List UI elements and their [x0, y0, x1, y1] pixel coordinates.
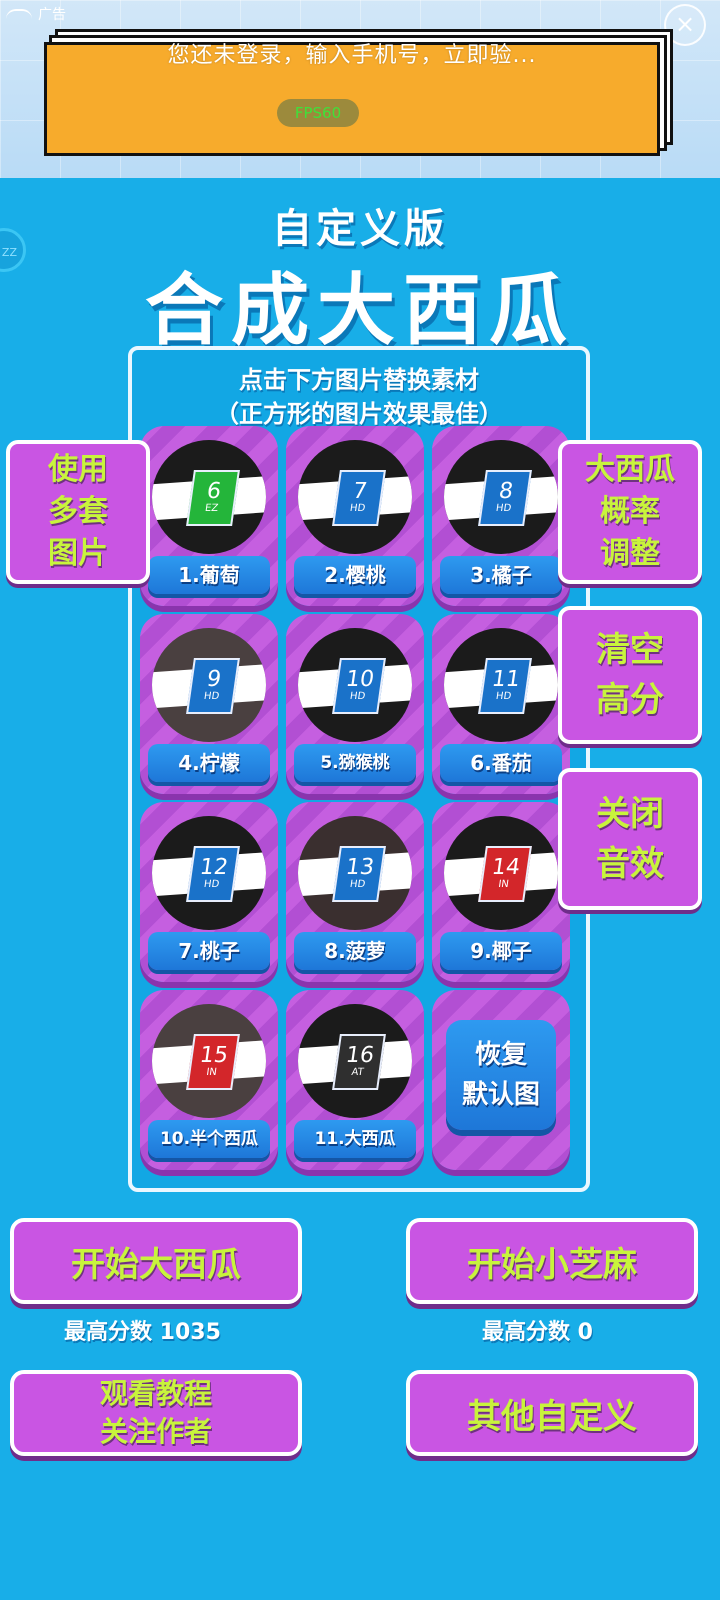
- page-subtitle: 自定义版: [272, 206, 448, 252]
- tutorial-follow-button[interactable]: 观看教程 关注作者: [10, 1370, 302, 1456]
- ad-mark: 广告: [6, 4, 66, 24]
- restore-tile: 恢复 默认图: [432, 990, 570, 1170]
- fruit-tile-2[interactable]: 7 HD 2.樱桃: [286, 426, 424, 606]
- fruit-image[interactable]: 15 IN: [152, 1004, 266, 1118]
- mute-sound-button[interactable]: 关闭 音效: [558, 768, 702, 910]
- best-score-small: 最高分数 0: [482, 1320, 593, 1345]
- start-big-watermelon-button[interactable]: 开始大西瓜: [10, 1218, 302, 1304]
- fps-badge: FPS60: [277, 99, 359, 127]
- fruit-image[interactable]: 13 HD: [298, 816, 412, 930]
- fruit-label[interactable]: 1.葡萄: [148, 556, 270, 594]
- fruit-label[interactable]: 8.菠萝: [294, 932, 416, 970]
- fruit-image[interactable]: 8 HD: [444, 440, 558, 554]
- panel-hint: （正方形的图片效果最佳）: [215, 400, 503, 428]
- fruit-label[interactable]: 9.椰子: [440, 932, 562, 970]
- fruit-image[interactable]: 16 AT: [298, 1004, 412, 1118]
- ad-card[interactable]: 您还未登录，输入手机号，立即验... FPS60: [44, 42, 660, 156]
- fruit-label[interactable]: 7.桃子: [148, 932, 270, 970]
- fruit-label[interactable]: 6.番茄: [440, 744, 562, 782]
- fruit-label[interactable]: 3.橘子: [440, 556, 562, 594]
- material-panel: 点击下方图片替换素材 （正方形的图片效果最佳） 6 EZ 1.葡萄 7 HD 2.樱…: [128, 346, 590, 1192]
- start-small-sesame-button[interactable]: 开始小芝麻: [406, 1218, 698, 1304]
- ad-logo-icon: [6, 9, 32, 19]
- page-title: 合成大西瓜: [144, 266, 575, 356]
- fruit-tile-11[interactable]: 16 AT 11.大西瓜: [286, 990, 424, 1170]
- fruit-tile-10[interactable]: 15 IN 10.半个西瓜: [140, 990, 278, 1170]
- fruit-image[interactable]: 10 HD: [298, 628, 412, 742]
- ad-banner[interactable]: 广告 × 您还未登录，输入手机号，立即验... FPS60: [0, 0, 720, 178]
- fruit-tile-4[interactable]: 9 HD 4.柠檬: [140, 614, 278, 794]
- fruit-label[interactable]: 5.猕猴桃: [294, 744, 416, 782]
- fruit-label[interactable]: 4.柠檬: [148, 744, 270, 782]
- fruit-label[interactable]: 2.樱桃: [294, 556, 416, 594]
- fruit-image[interactable]: 7 HD: [298, 440, 412, 554]
- fruit-tile-5[interactable]: 10 HD 5.猕猴桃: [286, 614, 424, 794]
- fruit-tile-1[interactable]: 6 EZ 1.葡萄: [140, 426, 278, 606]
- fruit-image[interactable]: 12 HD: [152, 816, 266, 930]
- fruit-image[interactable]: 6 EZ: [152, 440, 266, 554]
- clear-high-score-button[interactable]: 清空 高分: [558, 606, 702, 744]
- panel-instruction: 点击下方图片替换素材: [239, 366, 479, 394]
- ad-close-button[interactable]: ×: [664, 4, 706, 46]
- fruit-tile-7[interactable]: 12 HD 7.桃子: [140, 802, 278, 982]
- fruit-label[interactable]: 11.大西瓜: [294, 1120, 416, 1158]
- other-custom-button[interactable]: 其他自定义: [406, 1370, 698, 1456]
- restore-default-button[interactable]: 恢复 默认图: [446, 1020, 556, 1130]
- probability-adjust-button[interactable]: 大西瓜 概率 调整: [558, 440, 702, 584]
- ad-label: 广告: [38, 7, 66, 23]
- fruit-image[interactable]: 11 HD: [444, 628, 558, 742]
- fruit-tile-8[interactable]: 13 HD 8.菠萝: [286, 802, 424, 982]
- best-score-big: 最高分数 1035: [64, 1320, 221, 1345]
- use-multiple-images-button[interactable]: 使用 多套 图片: [6, 440, 150, 584]
- fruit-image[interactable]: 9 HD: [152, 628, 266, 742]
- fruit-tile-6[interactable]: 11 HD 6.番茄: [432, 614, 570, 794]
- fruit-image[interactable]: 14 IN: [444, 816, 558, 930]
- fruit-label[interactable]: 10.半个西瓜: [148, 1120, 270, 1158]
- fruit-tile-9[interactable]: 14 IN 9.椰子: [432, 802, 570, 982]
- fruit-tile-3[interactable]: 8 HD 3.橘子: [432, 426, 570, 606]
- ad-text: 您还未登录，输入手机号，立即验...: [167, 43, 537, 68]
